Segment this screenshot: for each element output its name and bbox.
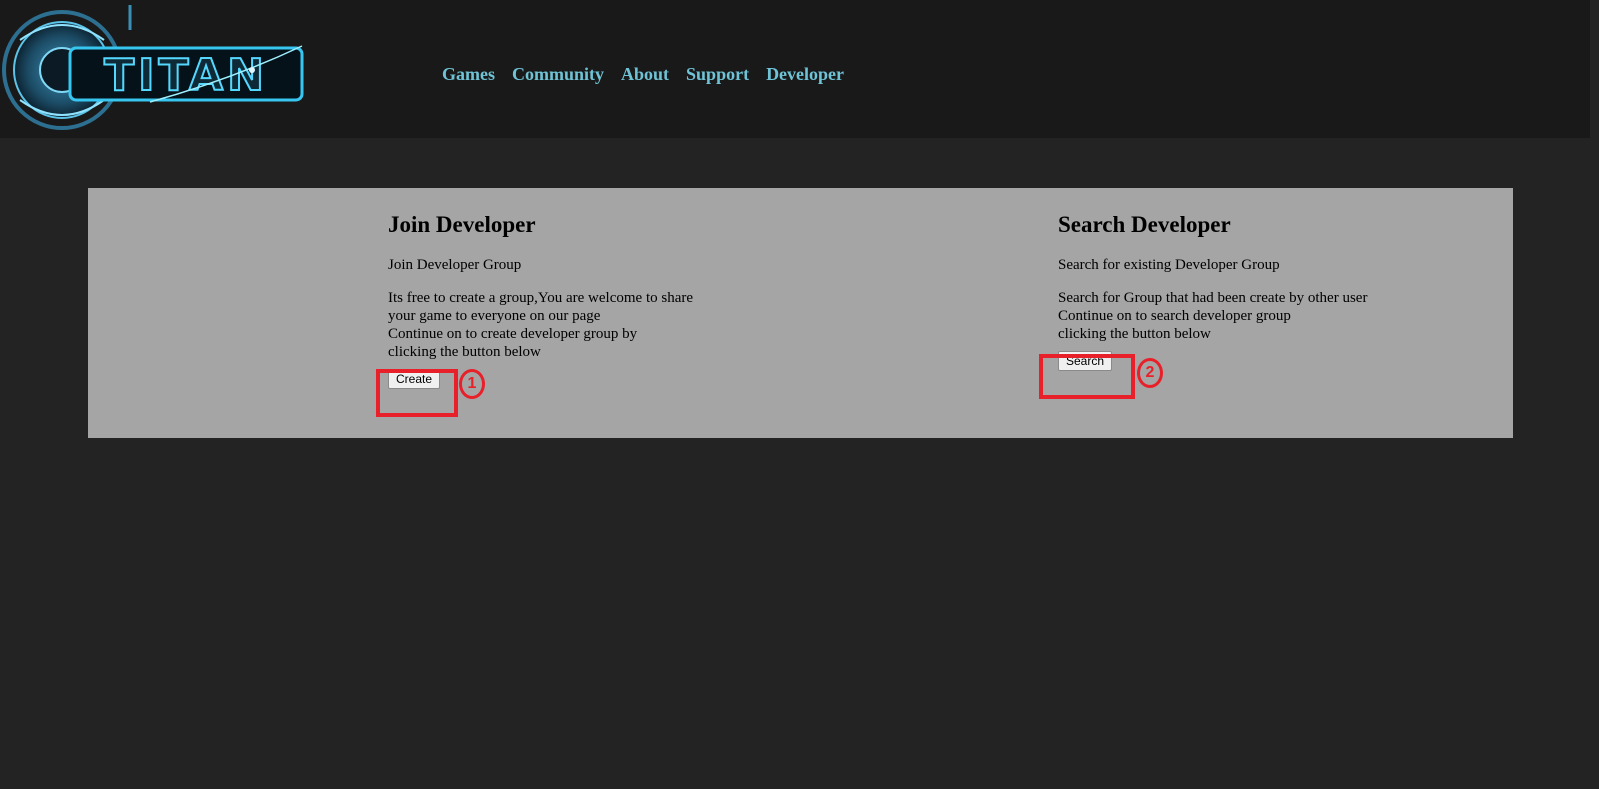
developer-panel: Join Developer Join Developer Group Its … bbox=[88, 188, 1513, 438]
titan-logo[interactable]: TITAN bbox=[0, 0, 310, 138]
join-developer-description: Its free to create a group,You are welco… bbox=[388, 290, 694, 360]
nav-link-about[interactable]: About bbox=[621, 64, 669, 85]
annotation-box-search bbox=[1039, 354, 1135, 399]
nav-link-developer[interactable]: Developer bbox=[766, 64, 844, 85]
annotation-marker-2: 2 bbox=[1137, 358, 1163, 388]
site-header: TITAN Games Community About Support Deve… bbox=[0, 0, 1590, 138]
nav-link-community[interactable]: Community bbox=[512, 64, 604, 85]
svg-text:TITAN: TITAN bbox=[104, 50, 268, 101]
join-developer-section: Join Developer Join Developer Group Its … bbox=[388, 212, 693, 389]
search-developer-section: Search Developer Search for existing Dev… bbox=[1058, 212, 1367, 371]
search-developer-title: Search Developer bbox=[1058, 212, 1231, 237]
nav-link-support[interactable]: Support bbox=[686, 64, 749, 85]
annotation-box-create bbox=[376, 369, 458, 417]
main-nav: Games Community About Support Developer bbox=[442, 64, 861, 85]
join-developer-subtitle: Join Developer Group bbox=[388, 257, 522, 273]
search-developer-subtitle: Search for existing Developer Group bbox=[1058, 257, 1280, 273]
nav-link-games[interactable]: Games bbox=[442, 64, 495, 85]
join-developer-title: Join Developer bbox=[388, 212, 536, 237]
annotation-marker-1: 1 bbox=[459, 369, 485, 399]
search-developer-description: Search for Group that had been create by… bbox=[1058, 290, 1368, 342]
